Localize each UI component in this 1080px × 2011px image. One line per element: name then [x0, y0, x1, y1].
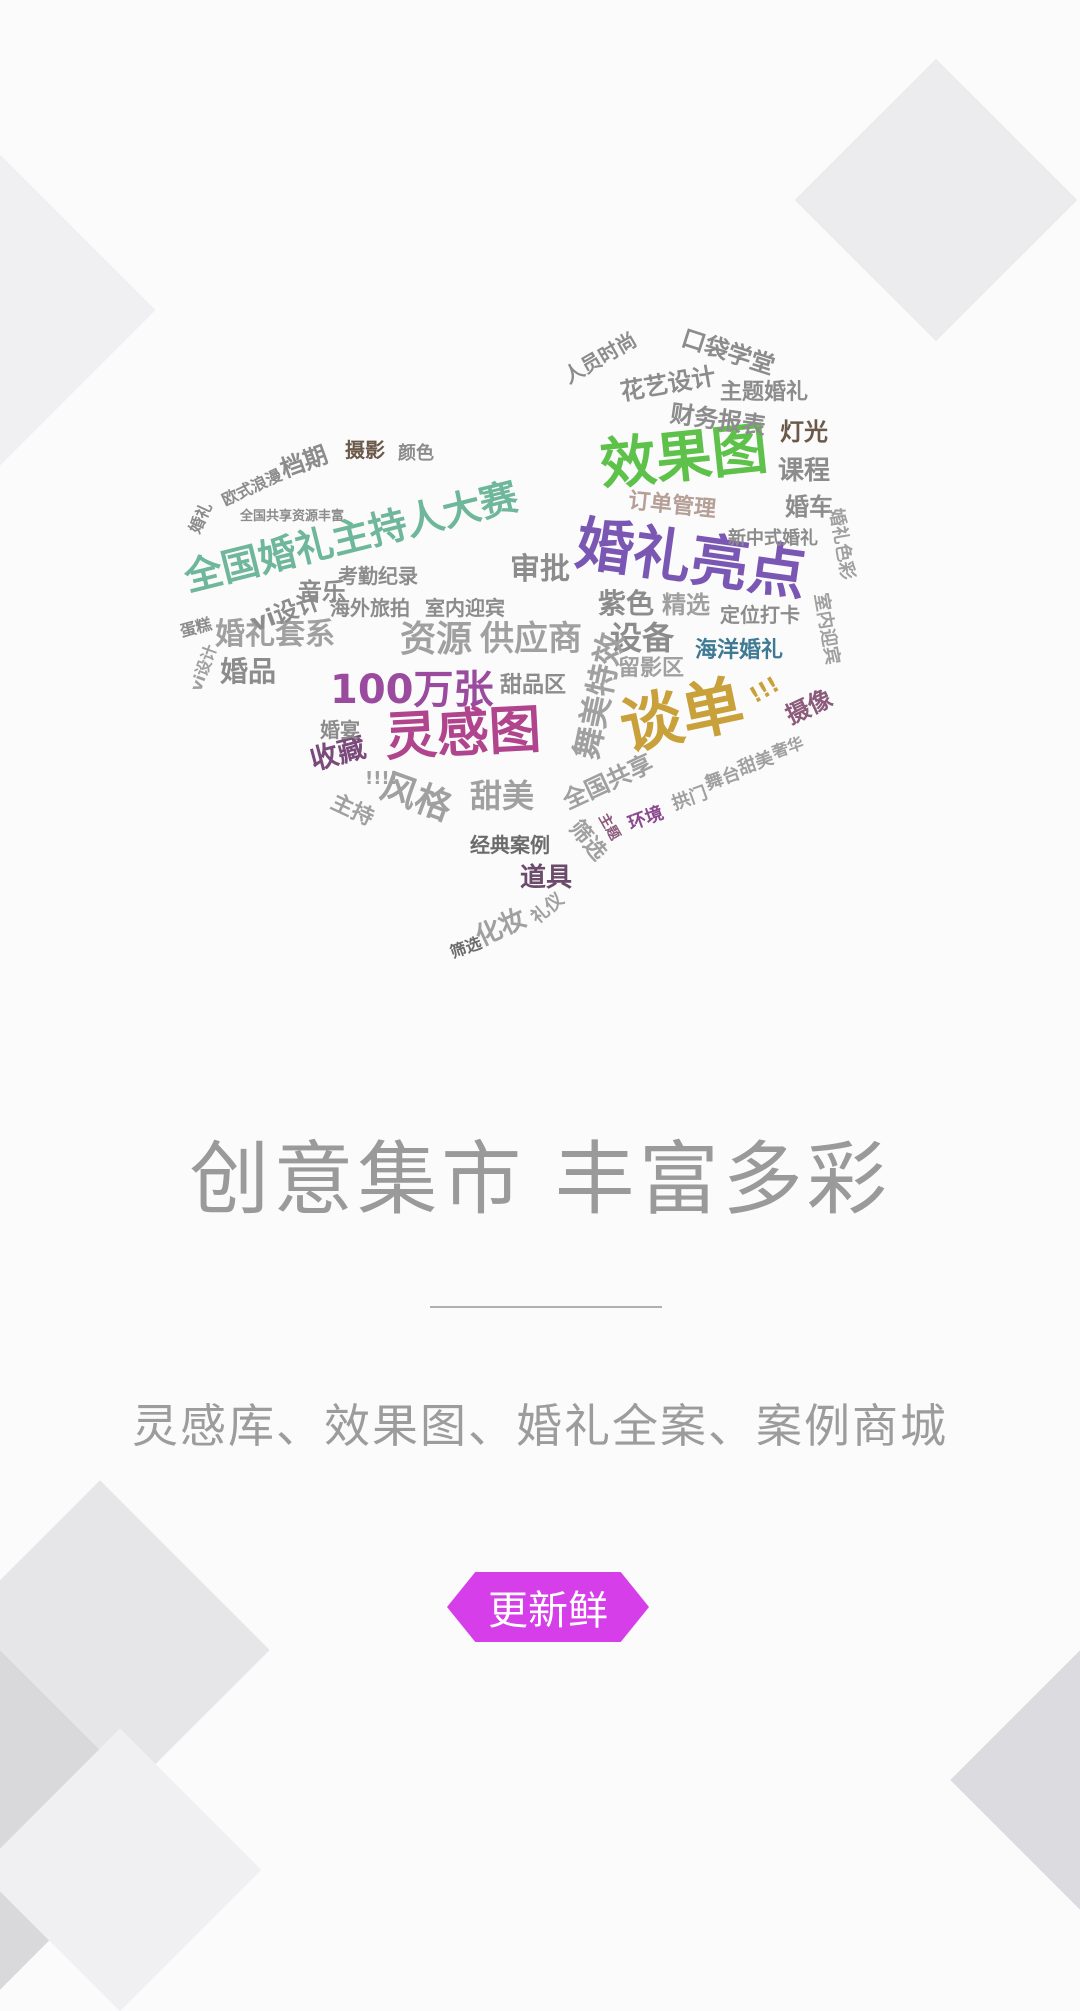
word: 留影区	[618, 656, 685, 681]
word: 环境	[625, 802, 667, 835]
bg-diamond-bottom-right	[950, 1610, 1080, 1950]
word: 全国共享	[558, 749, 658, 815]
word: 婚礼色彩	[824, 506, 859, 582]
word: 灯光	[780, 418, 828, 446]
word: 供应商	[480, 619, 582, 659]
word: 全国共享资源丰富	[240, 509, 345, 524]
word: 摄像	[781, 684, 837, 730]
word: !!!!	[365, 768, 398, 789]
word: 主题婚礼	[720, 380, 809, 405]
word: 精选	[662, 591, 710, 619]
word: 颜色	[398, 443, 434, 464]
word: 海外旅拍	[330, 596, 410, 620]
word: 筛选	[447, 933, 485, 962]
cta-label: 更新鲜	[488, 1588, 608, 1634]
word: 海洋婚礼	[695, 638, 784, 663]
word: 蛋糕	[177, 614, 214, 641]
word: 审批	[510, 552, 570, 587]
word: 婚品	[220, 655, 277, 688]
word: 奢华	[769, 733, 807, 762]
word: 拱门	[669, 782, 711, 815]
word: 舞台	[702, 762, 744, 795]
word: 课程	[778, 456, 831, 486]
bg-diamond-top-right	[794, 58, 1078, 342]
word: 经典案例	[470, 833, 550, 857]
word: 欧式浪漫	[218, 465, 285, 510]
word: 紫色	[598, 587, 655, 620]
cta-button[interactable]: 更新鲜	[447, 1572, 649, 1642]
headline: 创意集市 丰富多彩	[189, 1133, 891, 1226]
word: 婚礼	[185, 499, 216, 537]
word: 花艺设计	[618, 361, 718, 407]
word: !!!	[745, 672, 785, 709]
word: 考勤纪录	[338, 564, 418, 588]
divider	[430, 1306, 662, 1308]
word: 100万张	[330, 667, 494, 713]
word: 谈单	[613, 666, 751, 765]
word: 新中式婚礼	[728, 528, 818, 549]
word: 档期	[276, 440, 332, 484]
word: 道具	[520, 863, 573, 893]
word: 定位打卡	[720, 603, 800, 627]
word: 室内迎宾	[425, 596, 505, 620]
word: 主持	[326, 789, 378, 832]
word: vi设计	[186, 642, 221, 694]
word: 摄影	[345, 438, 385, 462]
word: 礼仪	[527, 889, 569, 929]
heart-word-cloud: 效果图 婚礼亮点 全国婚礼主持人大赛 灵感图 100万张 谈单 资源 供应商 审…	[177, 300, 900, 1000]
word: 资源	[400, 619, 473, 660]
word: 甜品区	[500, 673, 567, 698]
word: 婚宴	[320, 718, 360, 742]
word: 甜美	[735, 747, 777, 780]
word: 甜美	[470, 777, 535, 815]
word: 室内迎宾	[809, 591, 844, 667]
bg-diamond-left	[0, 154, 156, 466]
subheadline: 灵感库、效果图、婚礼全案、案例商城	[132, 1399, 948, 1453]
